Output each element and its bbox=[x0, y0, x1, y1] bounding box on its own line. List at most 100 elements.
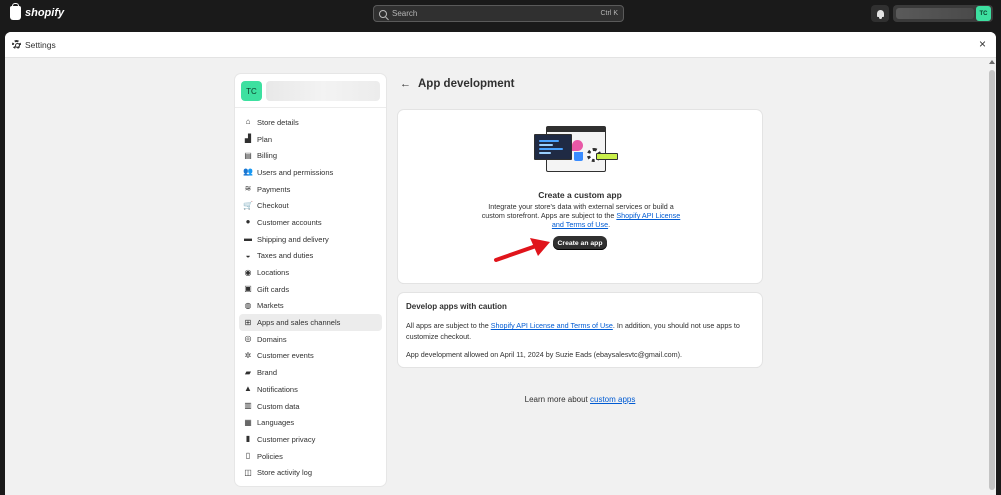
sidebar-item-label: Customer events bbox=[257, 351, 314, 361]
language-icon: ▦ bbox=[244, 417, 252, 427]
scrollbar[interactable] bbox=[988, 58, 996, 495]
caution-title: Develop apps with caution bbox=[406, 302, 507, 311]
modal-header: Settings × bbox=[5, 32, 996, 58]
sidebar-item-label: Plan bbox=[257, 134, 273, 144]
sidebar-item-label: Store activity log bbox=[257, 468, 313, 478]
sidebar-item-label: Markets bbox=[257, 301, 284, 311]
sidebar-item-label: Languages bbox=[257, 418, 295, 428]
shopify-bag-icon bbox=[10, 3, 21, 20]
billing-icon: ▤ bbox=[244, 150, 252, 160]
sidebar-item-store-activity-log[interactable]: ◫ Store activity log bbox=[239, 464, 382, 481]
create-an-app-button[interactable]: Create an app bbox=[553, 236, 607, 250]
account-name-redacted bbox=[896, 8, 974, 19]
sidebar-item-locations[interactable]: ◉ Locations bbox=[239, 264, 382, 281]
payments-icon: ≋ bbox=[244, 184, 252, 194]
store-name-redacted bbox=[266, 81, 380, 101]
gear-icon bbox=[12, 40, 21, 49]
sidebar-item-plan[interactable]: ▟ Plan bbox=[239, 131, 382, 148]
store-icon: ⌂ bbox=[245, 117, 251, 127]
globe-icon: ◍ bbox=[244, 300, 252, 310]
shopify-logo[interactable]: shopify bbox=[10, 3, 65, 20]
red-arrow-annotation bbox=[494, 238, 550, 262]
sidebar-item-apps-and-sales-channels[interactable]: ⊞ Apps and sales channels bbox=[239, 314, 382, 331]
sidebar-item-domains[interactable]: ◎ Domains bbox=[239, 331, 382, 348]
sidebar-item-taxes-and-duties[interactable]: ◒ Taxes and duties bbox=[239, 248, 382, 265]
apps-icon: ⊞ bbox=[244, 317, 252, 327]
sidebar-item-label: Shipping and delivery bbox=[257, 234, 329, 244]
sidebar-item-markets[interactable]: ◍ Markets bbox=[239, 298, 382, 315]
card-description: Integrate your store's data with externa… bbox=[476, 202, 686, 230]
sidebar-item-label: Billing bbox=[257, 151, 278, 161]
lock-icon: ▮ bbox=[245, 434, 251, 444]
account-menu[interactable]: TC bbox=[893, 5, 993, 22]
sidebar-item-label: Payments bbox=[257, 184, 291, 194]
tax-icon: ◒ bbox=[245, 250, 251, 260]
plan-icon: ▟ bbox=[244, 134, 252, 144]
sidebar-item-languages[interactable]: ▦ Languages bbox=[239, 414, 382, 431]
sidebar-item-label: Taxes and duties bbox=[257, 251, 314, 261]
store-header[interactable]: TC bbox=[235, 74, 386, 108]
sidebar-item-brand[interactable]: ▰ Brand bbox=[239, 364, 382, 381]
location-icon: ◉ bbox=[244, 267, 252, 277]
sidebar-item-custom-data[interactable]: ▥ Custom data bbox=[239, 398, 382, 415]
sidebar-item-notifications[interactable]: ▲ Notifications bbox=[239, 381, 382, 398]
custom-app-illustration bbox=[534, 126, 618, 178]
settings-sidebar: TC ⌂ Store details ▟ Plan ▤ Billing 👥 Users and… bbox=[235, 74, 386, 486]
sidebar-item-customer-events[interactable]: ✲ Customer events bbox=[239, 348, 382, 365]
page-title: App development bbox=[418, 78, 515, 90]
caution-text: All apps are subject to the Shopify API … bbox=[406, 321, 756, 342]
caution-card: Develop apps with caution All apps are s… bbox=[398, 293, 762, 367]
sidebar-item-users-and-permissions[interactable]: 👥 Users and permissions bbox=[239, 164, 382, 181]
store-avatar: TC bbox=[241, 81, 262, 101]
caution-prefix: All apps are subject to the bbox=[406, 321, 491, 330]
card-title: Create a custom app bbox=[538, 190, 622, 200]
close-icon[interactable]: × bbox=[979, 37, 986, 51]
domain-icon: ◎ bbox=[244, 334, 252, 344]
sidebar-item-label: Notifications bbox=[257, 384, 298, 394]
scroll-thumb[interactable] bbox=[989, 70, 995, 490]
desc-suffix: . bbox=[608, 220, 611, 230]
custom-apps-link[interactable]: custom apps bbox=[590, 395, 635, 404]
sidebar-item-label: Policies bbox=[257, 451, 283, 461]
sidebar-item-payments[interactable]: ≋ Payments bbox=[239, 181, 382, 198]
logo-text: shopify bbox=[25, 7, 65, 19]
sidebar-item-customer-accounts[interactable]: ● Customer accounts bbox=[239, 214, 382, 231]
search-input[interactable]: Search Ctrl K bbox=[373, 5, 624, 22]
bell-icon: ▲ bbox=[244, 384, 252, 394]
cart-icon: 🛒 bbox=[243, 200, 253, 210]
person-icon: ● bbox=[245, 217, 251, 227]
sidebar-item-label: Custom data bbox=[257, 401, 300, 411]
log-icon: ◫ bbox=[244, 467, 252, 477]
notifications-button[interactable] bbox=[871, 5, 889, 22]
sidebar-item-billing[interactable]: ▤ Billing bbox=[239, 147, 382, 164]
tag-shape bbox=[596, 153, 618, 160]
sidebar-item-shipping-and-delivery[interactable]: ▬ Shipping and delivery bbox=[239, 231, 382, 248]
sidebar-item-store-details[interactable]: ⌂ Store details bbox=[239, 114, 382, 131]
sidebar-item-policies[interactable]: ▯ Policies bbox=[239, 448, 382, 465]
sidebar-item-label: Domains bbox=[257, 334, 287, 344]
search-placeholder: Search bbox=[392, 9, 418, 18]
truck-icon: ▬ bbox=[244, 234, 252, 244]
events-icon: ✲ bbox=[244, 350, 252, 360]
sidebar-item-label: Apps and sales channels bbox=[257, 318, 341, 328]
sidebar-item-label: Brand bbox=[257, 368, 278, 378]
sidebar-item-customer-privacy[interactable]: ▮ Customer privacy bbox=[239, 431, 382, 448]
api-license-link-2[interactable]: Shopify API License and Terms of Use bbox=[491, 321, 613, 330]
scroll-up-arrow[interactable] bbox=[989, 60, 995, 64]
sidebar-item-gift-cards[interactable]: ▣ Gift cards bbox=[239, 281, 382, 298]
sidebar-item-label: Gift cards bbox=[257, 284, 290, 294]
bell-icon bbox=[876, 10, 884, 19]
learn-more: Learn more about custom apps bbox=[398, 395, 762, 404]
page-header: ← App development bbox=[400, 78, 514, 90]
avatar: TC bbox=[976, 6, 991, 21]
sidebar-item-checkout[interactable]: 🛒 Checkout bbox=[239, 197, 382, 214]
policy-icon: ▯ bbox=[245, 451, 251, 461]
sidebar-item-label: Users and permissions bbox=[257, 167, 334, 177]
app-dev-allowed-text: App development allowed on April 11, 202… bbox=[406, 350, 683, 359]
create-custom-app-card: Create a custom app Integrate your store… bbox=[398, 110, 762, 283]
sidebar-item-label: Store details bbox=[257, 117, 299, 127]
back-arrow-icon[interactable]: ← bbox=[400, 78, 411, 90]
top-bar: shopify Search Ctrl K TC bbox=[0, 0, 1001, 28]
search-shortcut: Ctrl K bbox=[600, 10, 619, 17]
sidebar-nav: ⌂ Store details ▟ Plan ▤ Billing 👥 Users and pe… bbox=[239, 114, 382, 481]
